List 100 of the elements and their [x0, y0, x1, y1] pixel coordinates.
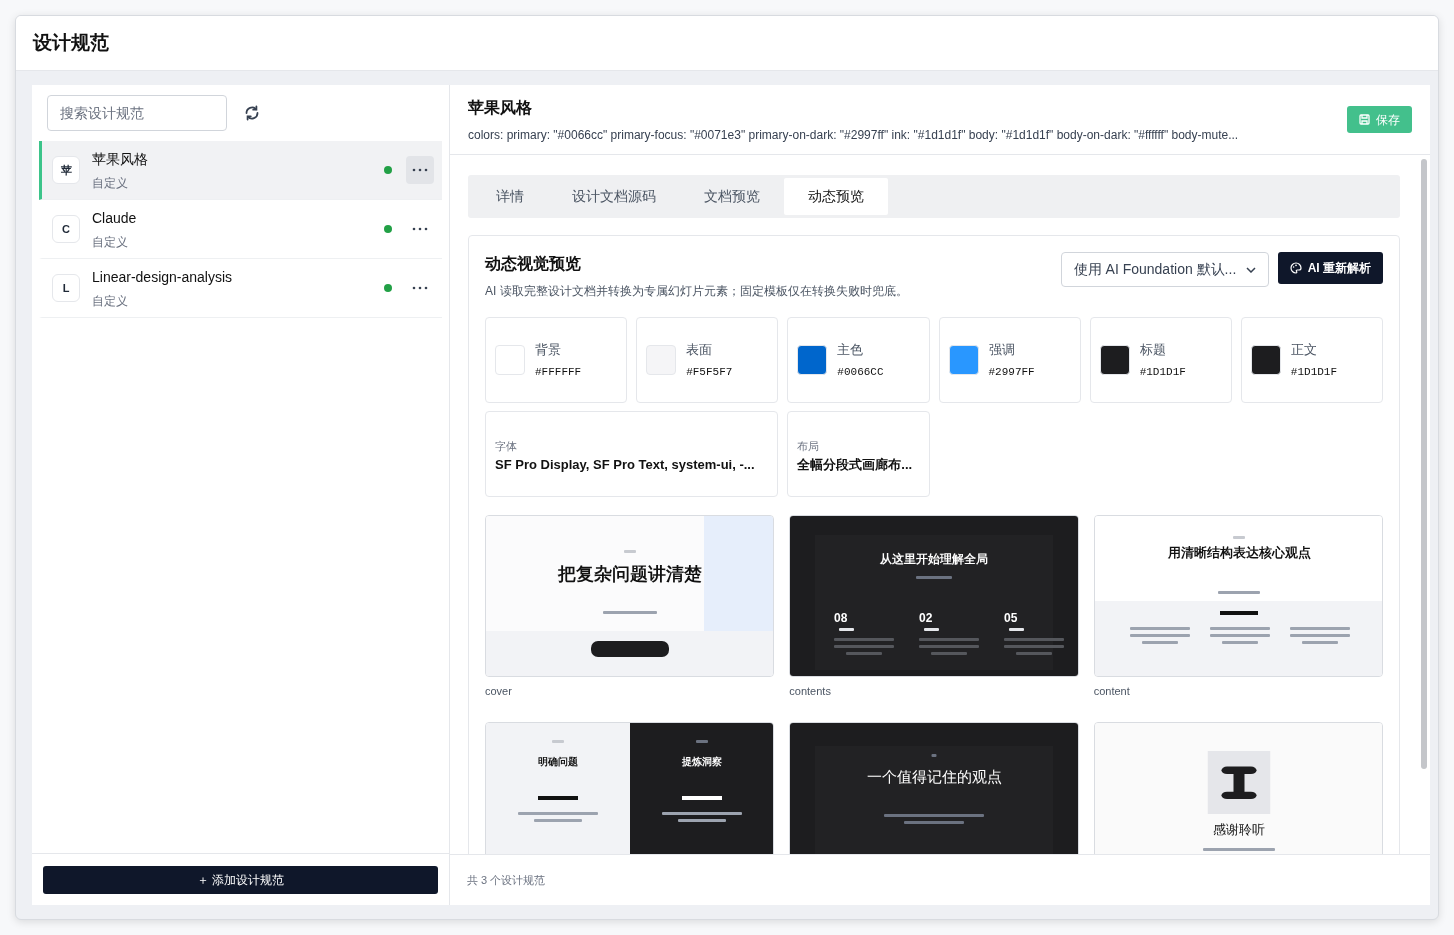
more-icon: [412, 286, 428, 290]
color-value: #1D1D1F: [1290, 364, 1338, 380]
tab[interactable]: 文档预览: [680, 178, 784, 215]
slide-bar: [1219, 611, 1258, 615]
color-value: #2997FF: [988, 364, 1035, 380]
slide-thumbnail[interactable]: 感谢聆听: [1093, 721, 1383, 854]
save-icon: [1359, 114, 1370, 125]
item-subtitle: 自定义: [92, 292, 129, 310]
add-button[interactable]: ＋ 添加设计规范: [43, 865, 438, 894]
text-placeholder: [1217, 591, 1260, 594]
property-value: SF Pro Display, SF Pro Text, system-ui, -...: [495, 455, 756, 474]
detail-summary: colors: primary: "#0066cc" primary-focus: "#0071e3" primary-on-dark: "#2997ff" ink: "#1d1d1f" body: "#1d1d1f" body-on-dark: "#ffffff" body-mute...: [468, 126, 1240, 144]
slide-thumbnail[interactable]: 一个值得记住的观点: [789, 721, 1079, 854]
palette-icon: [1289, 262, 1302, 274]
text-placeholder: [1004, 645, 1065, 648]
text-placeholder: [603, 611, 657, 614]
text-placeholder: [1129, 627, 1190, 630]
search-field[interactable]: 搜索设计规范: [47, 95, 227, 131]
property-label: 布局: [797, 439, 821, 454]
color-value: #FFFFFF: [535, 364, 582, 380]
text-placeholder: [834, 645, 895, 648]
text-placeholder: [839, 628, 855, 631]
slide-caption: cover: [485, 684, 513, 699]
item-subtitle: 自定义: [92, 233, 129, 251]
slide-title: 明确问题: [537, 754, 579, 768]
detail-title: 苹果风格: [468, 97, 533, 118]
text-placeholder: [1209, 634, 1270, 637]
color-label: 背景: [535, 341, 562, 359]
text-placeholder: [678, 818, 726, 822]
text-placeholder: [924, 628, 940, 631]
slide-number: 02: [919, 610, 933, 627]
slide-title: 一个值得记住的观点: [865, 767, 1003, 786]
item-subtitle: 自定义: [92, 174, 129, 192]
slide-title: 把复杂问题讲清楚: [557, 562, 703, 586]
tab[interactable]: 动态预览: [784, 178, 888, 215]
text-placeholder: [1129, 634, 1190, 637]
text-placeholder: [624, 550, 636, 553]
scrollbar-thumb[interactable]: [1421, 159, 1427, 769]
slide-bar: [538, 795, 578, 800]
slide-thumbnail[interactable]: 把复杂问题讲清楚: [485, 515, 775, 677]
sidebar-item[interactable]: C Claude 自定义: [39, 200, 442, 259]
slide-number: 05: [1004, 610, 1018, 627]
avatar: L: [52, 274, 80, 302]
window-title: 设计规范: [33, 30, 109, 55]
tab[interactable]: 设计文档源码: [548, 178, 680, 215]
slide-thumbnail[interactable]: 用清晰结构表达核心观点: [1093, 515, 1383, 677]
item-name: Linear-design-analysis: [92, 267, 234, 287]
slide-title: 从这里开始理解全局: [879, 551, 990, 567]
more-button[interactable]: [406, 156, 434, 184]
slide-title: 提炼洞察: [681, 754, 723, 768]
avatar: 苹: [52, 156, 80, 184]
reparse-button[interactable]: AI 重新解析: [1277, 252, 1383, 284]
slide-thumbnail[interactable]: 从这里开始理解全局 08 02 05: [789, 515, 1079, 677]
tab[interactable]: 详情: [472, 178, 548, 215]
color-value: #F5F5F7: [686, 364, 733, 380]
text-placeholder: [534, 818, 582, 822]
color-label: 表面: [686, 341, 714, 359]
text-placeholder: [1141, 641, 1178, 644]
color-label: 主色: [837, 341, 865, 359]
text-placeholder: [1209, 627, 1270, 630]
item-name: Claude: [92, 208, 138, 228]
avatar: C: [52, 215, 80, 243]
color-label: 标题: [1139, 341, 1167, 359]
refresh-icon[interactable]: [243, 104, 261, 122]
sidebar-item[interactable]: 苹 苹果风格 自定义: [39, 141, 442, 200]
text-placeholder: [916, 576, 953, 579]
template-select[interactable]: 使用 AI Foundation 默认...: [1060, 252, 1269, 287]
status-text: 共 3 个设计规范: [467, 872, 546, 888]
text-placeholder: [1232, 536, 1245, 539]
more-icon: [412, 168, 428, 172]
text-placeholder: [696, 739, 708, 743]
more-icon: [412, 227, 428, 231]
slide-caption: contents: [789, 684, 832, 699]
text-placeholder: [931, 652, 968, 655]
text-placeholder: [1016, 652, 1053, 655]
text-placeholder: [552, 739, 564, 743]
slide-title: 感谢聆听: [1211, 820, 1266, 838]
slide-thumbnail[interactable]: 明确问题 提炼洞察: [485, 721, 775, 854]
text-placeholder: [1289, 634, 1350, 637]
text-placeholder: [1221, 641, 1258, 644]
ibeam-icon: [1207, 750, 1271, 814]
select-value: 使用 AI Foundation 默认...: [1073, 260, 1237, 279]
text-placeholder: [919, 645, 980, 648]
slide-bar: [682, 795, 722, 800]
sidebar-item[interactable]: L Linear-design-analysis 自定义: [39, 259, 442, 318]
slide-caption: content: [1093, 684, 1131, 699]
item-name: 苹果风格: [92, 149, 149, 169]
text-placeholder: [931, 753, 937, 757]
text-placeholder: [919, 638, 980, 641]
section-description: AI 读取完整设计文档并转换为专属幻灯片元素；固定模板仅在转换失败时兜底。: [485, 283, 909, 300]
chevron-down-icon: [1245, 266, 1256, 273]
text-placeholder: [1009, 628, 1025, 631]
text-placeholder: [846, 652, 883, 655]
property-label: 字体: [495, 439, 518, 454]
text-placeholder: [904, 820, 965, 824]
color-label: 强调: [988, 341, 1016, 359]
slide-title: 用清晰结构表达核心观点: [1166, 544, 1312, 561]
text-placeholder: [834, 638, 895, 641]
color-value: #0066CC: [837, 364, 884, 380]
text-placeholder: [1004, 638, 1065, 641]
